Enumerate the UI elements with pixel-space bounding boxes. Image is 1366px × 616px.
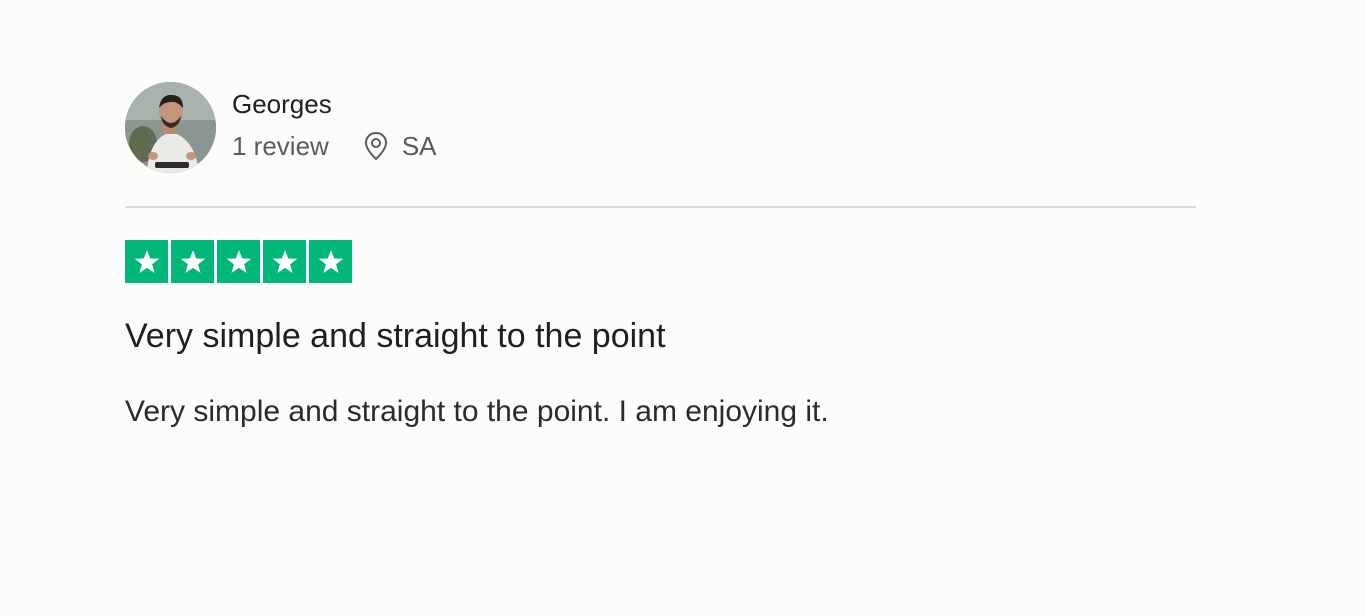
divider	[125, 206, 1196, 208]
reviewer-header: Georges 1 review SA	[125, 82, 1196, 175]
reviewer-name[interactable]: Georges	[232, 88, 437, 120]
star-rating	[125, 240, 1196, 283]
country-code: SA	[401, 131, 437, 161]
star-icon	[217, 240, 260, 283]
star-icon	[263, 240, 306, 283]
star-icon	[171, 240, 214, 283]
star-icon	[125, 240, 168, 283]
review-count[interactable]: 1 review	[232, 130, 329, 162]
review-card: Georges 1 review SA Very simple and stra…	[125, 82, 1196, 461]
avatar-photo	[125, 82, 216, 173]
reviewer-location: SA	[363, 130, 437, 162]
reviewer-meta: 1 review SA	[232, 130, 437, 162]
avatar[interactable]	[125, 82, 216, 173]
reviewer-info: Georges 1 review SA	[232, 82, 437, 162]
review-text: Very simple and straight to the point. I…	[125, 395, 829, 428]
location-pin-icon	[363, 131, 389, 161]
star-icon	[309, 240, 352, 283]
review-title[interactable]: Very simple and straight to the point	[125, 315, 1196, 357]
